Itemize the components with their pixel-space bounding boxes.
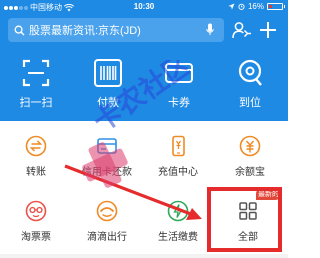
section-divider xyxy=(0,254,288,258)
microphone-icon[interactable] xyxy=(206,23,214,36)
nearby-label: 到位 xyxy=(239,97,261,109)
topup-center-button[interactable]: 充值中心 xyxy=(148,135,208,178)
location-icon xyxy=(238,59,262,86)
credit-card-repay-label: 信用卡还款 xyxy=(82,167,132,178)
card-coupon-button[interactable]: 卡券 xyxy=(151,58,207,110)
didi-label: 滴滴出行 xyxy=(87,232,127,243)
alarm-icon xyxy=(238,3,245,10)
battery-percent: 16% xyxy=(247,2,264,11)
taopiaopiao-button[interactable]: 淘票票 xyxy=(6,200,66,243)
search-icon xyxy=(14,25,25,35)
status-bar: 中国移动 10:30 16% xyxy=(0,0,288,16)
didi-button[interactable]: 滴滴出行 xyxy=(77,200,137,243)
credit-card-icon xyxy=(97,138,117,154)
scan-button[interactable]: 扫一扫 xyxy=(8,58,64,110)
bill-icon xyxy=(167,200,189,222)
movie-ticket-icon xyxy=(25,200,47,222)
scan-label: 扫一扫 xyxy=(19,97,53,109)
status-right: 16% xyxy=(228,2,285,11)
credit-card-repay-button[interactable]: 信用卡还款 xyxy=(77,135,137,178)
scan-icon xyxy=(22,59,50,87)
pay-label: 付款 xyxy=(97,97,119,109)
add-icon[interactable] xyxy=(258,20,278,40)
card-coupon-icon xyxy=(165,63,193,83)
transfer-label: 转账 xyxy=(26,167,46,178)
pay-button[interactable]: 付款 xyxy=(80,58,136,110)
highlight-box xyxy=(207,187,282,252)
didi-icon xyxy=(96,200,118,222)
nearby-button[interactable]: 到位 xyxy=(222,58,278,110)
search-input[interactable]: 股票最新资讯:京东(JD) xyxy=(8,18,224,42)
yuebao-button[interactable]: 余额宝 xyxy=(220,135,280,178)
search-placeholder: 股票最新资讯:京东(JD) xyxy=(29,25,141,37)
card-coupon-label: 卡券 xyxy=(168,97,190,109)
phone-topup-icon xyxy=(172,135,185,157)
topup-center-label: 充值中心 xyxy=(158,167,198,178)
transfer-button[interactable]: 转账 xyxy=(6,135,66,178)
yuebao-label: 余额宝 xyxy=(235,167,265,178)
contacts-icon[interactable] xyxy=(232,21,252,39)
transfer-icon xyxy=(25,135,47,157)
utility-bills-button[interactable]: 生活缴费 xyxy=(148,200,208,243)
barcode-icon xyxy=(94,59,122,87)
taopiaopiao-label: 淘票票 xyxy=(21,232,51,243)
utility-bills-label: 生活缴费 xyxy=(158,232,198,243)
location-arrow-icon xyxy=(228,3,235,10)
yuebao-icon xyxy=(239,135,261,157)
battery-icon xyxy=(267,3,285,10)
